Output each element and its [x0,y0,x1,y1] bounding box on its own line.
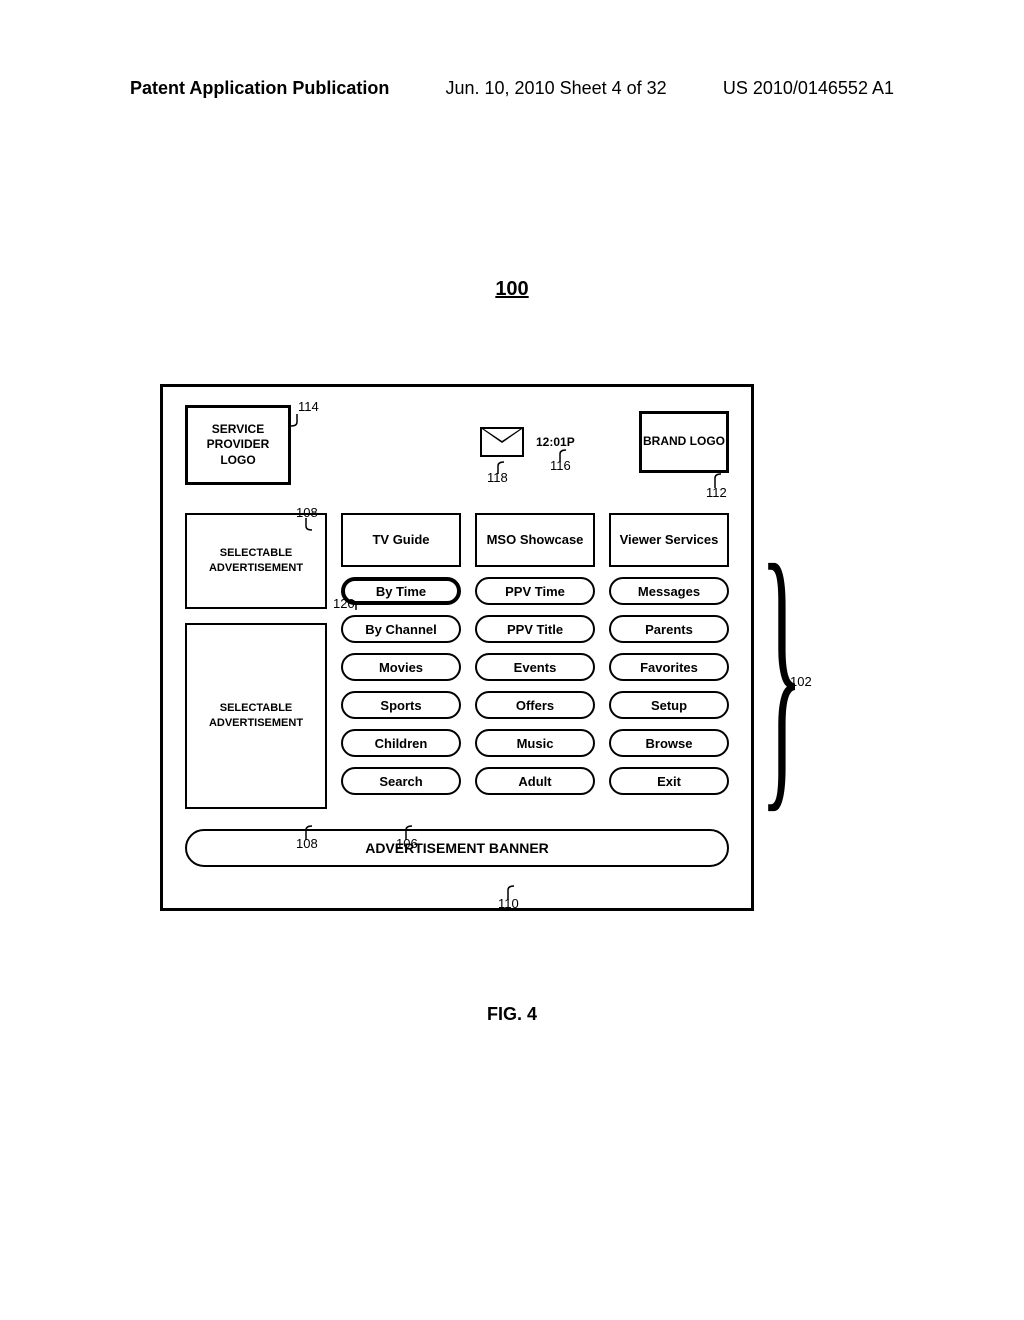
advertisement-banner[interactable]: ADVERTISEMENT BANNER [185,829,729,867]
menu-item-ppv-time[interactable]: PPV Time [475,577,595,605]
menu-item-browse[interactable]: Browse [609,729,729,757]
main-menu-row: SELECTABLE ADVERTISEMENT SELECTABLE ADVE… [185,513,729,809]
curly-brace-102: } [760,520,803,820]
menu-item-exit[interactable]: Exit [609,767,729,795]
menu-column-mso-showcase: MSO Showcase PPV Time PPV Title Events O… [475,513,595,809]
menu-item-music[interactable]: Music [475,729,595,757]
ref-hook-106 [402,824,412,840]
sheet-info: Jun. 10, 2010 Sheet 4 of 32 [446,78,667,99]
brand-logo: BRAND LOGO [639,411,729,473]
tv-guide-screen: SERVICE PROVIDER LOGO 12:01P BRAND LOGO … [160,384,754,911]
ref-hook-112 [711,472,721,488]
menu-item-search[interactable]: Search [341,767,461,795]
ref-114: 114 [298,399,319,414]
menu-item-offers[interactable]: Offers [475,691,595,719]
figure-reference-100: 100 [495,278,528,301]
ref-hook-114 [291,414,303,428]
menu-item-messages[interactable]: Messages [609,577,729,605]
menu-item-parents[interactable]: Parents [609,615,729,643]
page-header: Patent Application Publication Jun. 10, … [0,78,1024,99]
column-header-tv-guide: TV Guide [341,513,461,567]
publication-title: Patent Application Publication [130,78,389,99]
service-provider-logo: SERVICE PROVIDER LOGO [185,405,291,485]
column-header-mso-showcase: MSO Showcase [475,513,595,567]
ads-column: SELECTABLE ADVERTISEMENT SELECTABLE ADVE… [185,513,327,809]
figure-label: FIG. 4 [487,1004,537,1025]
menu-item-by-channel[interactable]: By Channel [341,615,461,643]
menu-item-adult[interactable]: Adult [475,767,595,795]
menu-item-events[interactable]: Events [475,653,595,681]
menu-item-ppv-title[interactable]: PPV Title [475,615,595,643]
menu-item-setup[interactable]: Setup [609,691,729,719]
ref-hook-118 [494,460,504,474]
menu-item-sports[interactable]: Sports [341,691,461,719]
top-row: SERVICE PROVIDER LOGO 12:01P BRAND LOGO [185,405,729,485]
ref-hook-108b [302,824,312,840]
mail-icon[interactable] [480,427,524,457]
ref-hook-108a [302,518,312,532]
publication-number: US 2010/0146552 A1 [723,78,894,99]
column-header-viewer-services: Viewer Services [609,513,729,567]
clock-display: 12:01P [536,435,575,449]
menu-item-movies[interactable]: Movies [341,653,461,681]
menu-column-tv-guide: TV Guide By Time By Channel Movies Sport… [341,513,461,809]
menu-column-viewer-services: Viewer Services Messages Parents Favorit… [609,513,729,809]
menu-item-children[interactable]: Children [341,729,461,757]
ref-hook-116 [556,448,566,462]
selectable-ad-bottom[interactable]: SELECTABLE ADVERTISEMENT [185,623,327,809]
ref-hook-120 [350,600,362,612]
menu-item-favorites[interactable]: Favorites [609,653,729,681]
ref-hook-110 [504,884,514,900]
